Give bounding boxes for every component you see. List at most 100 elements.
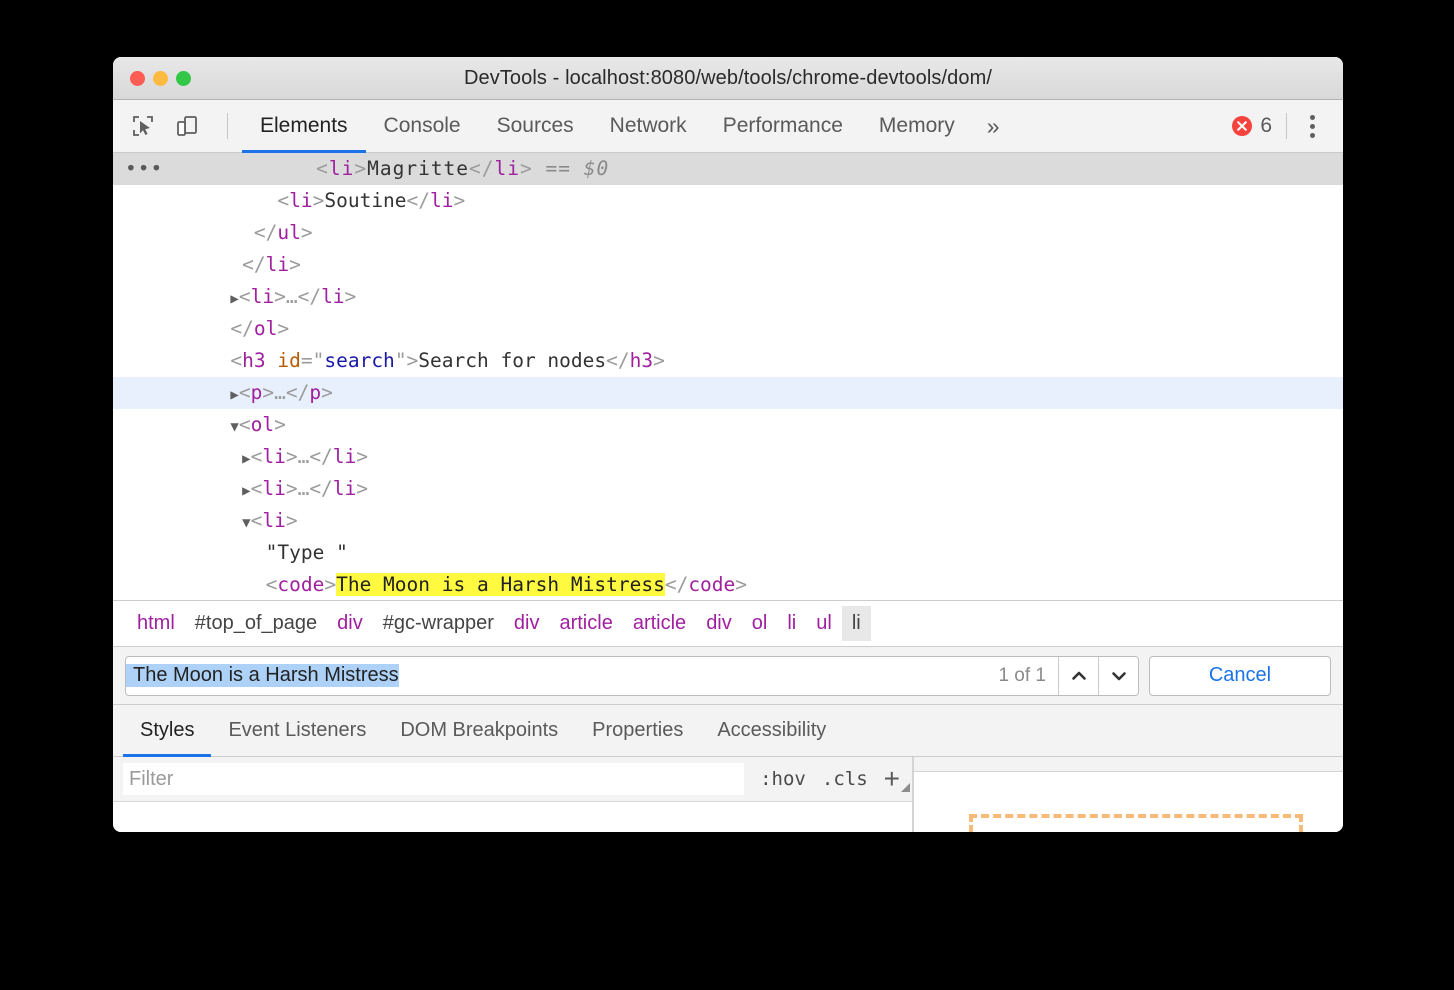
sidebar-tab-event-listeners[interactable]: Event Listeners: [211, 705, 383, 756]
dom-token-bracket: >: [286, 509, 298, 532]
twisty-collapsed-icon[interactable]: ▶: [230, 387, 238, 403]
new-style-rule-button[interactable]: +: [884, 765, 900, 793]
dom-tree-row[interactable]: ▼<ol>: [113, 409, 1343, 441]
dom-tree-row[interactable]: </ol>: [113, 313, 1343, 345]
dom-token-tag: li: [333, 477, 356, 500]
dom-token-text: Search for nodes: [418, 349, 606, 372]
dom-token-bracket: <: [316, 157, 329, 180]
dom-token-bracket: </: [298, 285, 321, 308]
dom-token-tag: li: [262, 477, 285, 500]
dom-token-bracket: >: [354, 157, 367, 180]
tab-sources-label: Sources: [497, 114, 574, 138]
dom-token-text: Soutine: [324, 189, 406, 212]
toggle-hover-state-button[interactable]: :hov: [760, 768, 806, 790]
breadcrumb-item-gcwrapper[interactable]: #gc-wrapper: [373, 606, 504, 641]
window-titlebar: DevTools - localhost:8080/web/tools/chro…: [113, 57, 1343, 100]
toolbar-right-divider: [1286, 113, 1287, 139]
dom-tree-row[interactable]: "Type ": [113, 537, 1343, 569]
dom-tree-row[interactable]: ▼<li>: [113, 505, 1343, 537]
dom-token-bracket: </: [309, 445, 332, 468]
dom-token-bracket: >: [313, 189, 325, 212]
twisty-collapsed-icon[interactable]: ▶: [242, 451, 250, 467]
tab-network-label: Network: [610, 114, 687, 138]
sidebar-tab-dom-breakpoints[interactable]: DOM Breakpoints: [383, 705, 575, 756]
error-count-badge[interactable]: 6: [1231, 114, 1286, 138]
breadcrumb-item-li[interactable]: li: [842, 606, 871, 641]
styles-sidebar-tabs[interactable]: StylesEvent ListenersDOM BreakpointsProp…: [113, 705, 1343, 757]
dom-token-bracket: >: [321, 381, 333, 404]
dom-tree-row[interactable]: </ul>: [113, 217, 1343, 249]
breadcrumb-item-div[interactable]: div: [696, 606, 742, 641]
tab-elements[interactable]: Elements: [242, 100, 366, 152]
dom-tree-row[interactable]: ▶<li>…</li>: [113, 281, 1343, 313]
breadcrumb-item-li[interactable]: li: [777, 606, 806, 641]
error-count-label: 6: [1260, 114, 1272, 138]
dom-token-bracket: </: [407, 189, 430, 212]
resize-handle[interactable]: [901, 783, 910, 792]
dom-token-bracket: </: [309, 477, 332, 500]
toggle-device-toolbar-button[interactable]: [171, 110, 203, 142]
dom-tree-row[interactable]: ▶<li>…</li>: [113, 473, 1343, 505]
dom-token-tag: h3: [630, 349, 653, 372]
breadcrumb-item-topofpage[interactable]: #top_of_page: [185, 606, 327, 641]
dom-token-text: "Type ": [266, 541, 348, 564]
sidebar-tab-accessibility[interactable]: Accessibility: [700, 705, 843, 756]
dom-token-tag: li: [495, 157, 520, 180]
tab-network[interactable]: Network: [592, 100, 705, 152]
tab-memory[interactable]: Memory: [861, 100, 973, 152]
dom-tree-row[interactable]: ••• <li>Magritte</li> == $0: [113, 153, 1343, 185]
breadcrumb[interactable]: html#top_of_pagediv#gc-wrapperdivarticle…: [113, 600, 1343, 647]
dom-tree-row[interactable]: ▶<p>…</p>: [113, 377, 1343, 409]
styles-pane: Filter :hov .cls +: [113, 757, 1343, 832]
breadcrumb-item-article[interactable]: article: [549, 606, 622, 641]
twisty-expanded-icon[interactable]: ▼: [230, 419, 238, 435]
breadcrumb-item-ol[interactable]: ol: [742, 606, 778, 641]
sidebar-tab-styles[interactable]: Styles: [123, 705, 211, 756]
dom-token-bracket: </: [242, 253, 265, 276]
dom-token-ellipsis: …: [298, 445, 310, 468]
search-prev-button[interactable]: [1058, 657, 1098, 695]
toggle-class-button[interactable]: .cls: [822, 768, 868, 790]
breadcrumb-item-article[interactable]: article: [623, 606, 696, 641]
dom-tree-row[interactable]: ▶<li>…</li>: [113, 441, 1343, 473]
dom-token-bracket: </: [606, 349, 629, 372]
dom-token-bracket: <: [266, 573, 278, 596]
styles-filter-input[interactable]: Filter: [123, 763, 744, 795]
tab-sources[interactable]: Sources: [479, 100, 592, 152]
search-next-button[interactable]: [1098, 657, 1138, 695]
minimize-window-button[interactable]: [153, 71, 168, 86]
dom-tree-row[interactable]: <code>The Moon is a Harsh Mistress</code…: [113, 569, 1343, 600]
twisty-expanded-icon[interactable]: ▼: [242, 515, 250, 531]
breadcrumb-item-div[interactable]: div: [504, 606, 550, 641]
inspect-element-icon: [131, 114, 155, 138]
tab-console[interactable]: Console: [366, 100, 479, 152]
search-input[interactable]: The Moon is a Harsh Mistress 1 of 1: [125, 656, 1139, 696]
breadcrumb-item-html[interactable]: html: [127, 606, 185, 641]
dom-tree-panel[interactable]: ••• <li>Magritte</li> == $0 <li>Soutine<…: [113, 153, 1343, 600]
twisty-collapsed-icon[interactable]: ▶: [230, 291, 238, 307]
tab-performance[interactable]: Performance: [705, 100, 861, 152]
styles-rules-list[interactable]: [113, 802, 912, 832]
zoom-window-button[interactable]: [176, 71, 191, 86]
sidebar-tab-properties[interactable]: Properties: [575, 705, 700, 756]
more-tabs-button[interactable]: »: [973, 100, 1014, 152]
inspect-element-button[interactable]: [127, 110, 159, 142]
dom-token-tag: h3: [242, 349, 265, 372]
dom-token-bracket: >: [262, 381, 274, 404]
dom-token-tag: li: [289, 189, 312, 212]
close-window-button[interactable]: [130, 71, 145, 86]
twisty-collapsed-icon[interactable]: ▶: [242, 483, 250, 499]
dom-tree-row[interactable]: <li>Soutine</li>: [113, 185, 1343, 217]
toolbar-divider: [227, 113, 228, 139]
box-model-margin-box[interactable]: [969, 814, 1303, 832]
dom-tree-ellipsis-marker[interactable]: •••: [125, 157, 163, 180]
breadcrumb-item-ul[interactable]: ul: [806, 606, 842, 641]
dom-token-tag: li: [333, 445, 356, 468]
devtools-menu-button[interactable]: [1295, 109, 1329, 143]
dom-token-bracket: >: [301, 221, 313, 244]
computed-box-model-pane: [913, 757, 1343, 832]
search-cancel-button[interactable]: Cancel: [1149, 656, 1331, 696]
dom-tree-row[interactable]: <h3 id="search">Search for nodes</h3>: [113, 345, 1343, 377]
breadcrumb-item-div[interactable]: div: [327, 606, 373, 641]
dom-tree-row[interactable]: </li>: [113, 249, 1343, 281]
